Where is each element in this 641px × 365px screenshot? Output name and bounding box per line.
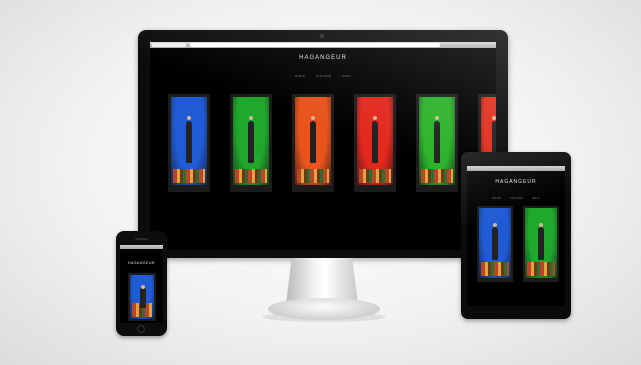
display-props	[297, 169, 329, 183]
phone-speaker	[135, 238, 148, 240]
display-props	[235, 169, 267, 183]
mannequin-head	[435, 116, 440, 121]
shop-window-thumbnail[interactable]	[292, 94, 334, 192]
shop-window-thumbnail[interactable]	[416, 94, 458, 192]
window-display-image	[130, 275, 154, 319]
mannequin-figure	[248, 120, 255, 163]
mannequin-head	[187, 116, 192, 121]
mannequin-figure	[140, 286, 147, 308]
desktop-screen: HAGANGEUR SHOP VISIONS INFO	[150, 42, 496, 250]
phone-window-gallery	[128, 273, 162, 323]
phone-screen: HAGANGEUR	[120, 245, 163, 323]
window-display-image	[295, 97, 331, 185]
tablet-device: HAGANGEUR SHOP VISIONS INFO	[461, 152, 571, 319]
mannequin-figure	[372, 120, 379, 163]
desktop-monitor: HAGANGEUR SHOP VISIONS INFO	[138, 30, 508, 258]
nav-item-info[interactable]: INFO	[342, 74, 351, 78]
home-button[interactable]	[137, 325, 145, 333]
display-props	[359, 169, 391, 183]
display-props	[173, 169, 205, 183]
camera-dot	[320, 34, 324, 38]
mannequin-head	[373, 116, 378, 121]
window-gallery	[168, 94, 496, 194]
mannequin-figure	[434, 120, 441, 163]
mannequin-head	[249, 116, 254, 121]
mannequin-head	[492, 116, 496, 121]
shop-window-thumbnail[interactable]	[128, 273, 156, 321]
window-display-image	[357, 97, 393, 185]
phone-browser-bar	[120, 245, 163, 249]
browser-toolbar	[150, 42, 496, 48]
nav-item-visions[interactable]: VISIONS	[316, 74, 332, 78]
mannequin-figure	[186, 120, 193, 163]
mannequin-figure	[310, 120, 317, 163]
mannequin-head	[140, 284, 145, 289]
browser-tab[interactable]	[152, 43, 186, 47]
site-logo[interactable]: HAGANGEUR	[150, 55, 496, 61]
nav-item-shop[interactable]: SHOP	[295, 74, 306, 78]
shop-window-thumbnail[interactable]	[230, 94, 272, 192]
window-display-image	[171, 97, 207, 185]
address-bar[interactable]	[190, 43, 440, 47]
shop-window-thumbnail[interactable]	[168, 94, 210, 192]
mannequin-head	[311, 116, 316, 121]
window-display-image	[419, 97, 455, 185]
site-nav: SHOP VISIONS INFO	[150, 64, 496, 82]
tablet-glare	[461, 152, 571, 319]
monitor-base	[268, 298, 380, 320]
shop-window-thumbnail[interactable]	[354, 94, 396, 192]
window-display-image	[233, 97, 269, 185]
phone-site-logo[interactable]: HAGANGEUR	[120, 261, 163, 265]
display-props	[421, 169, 453, 183]
phone-device: HAGANGEUR	[116, 231, 167, 336]
